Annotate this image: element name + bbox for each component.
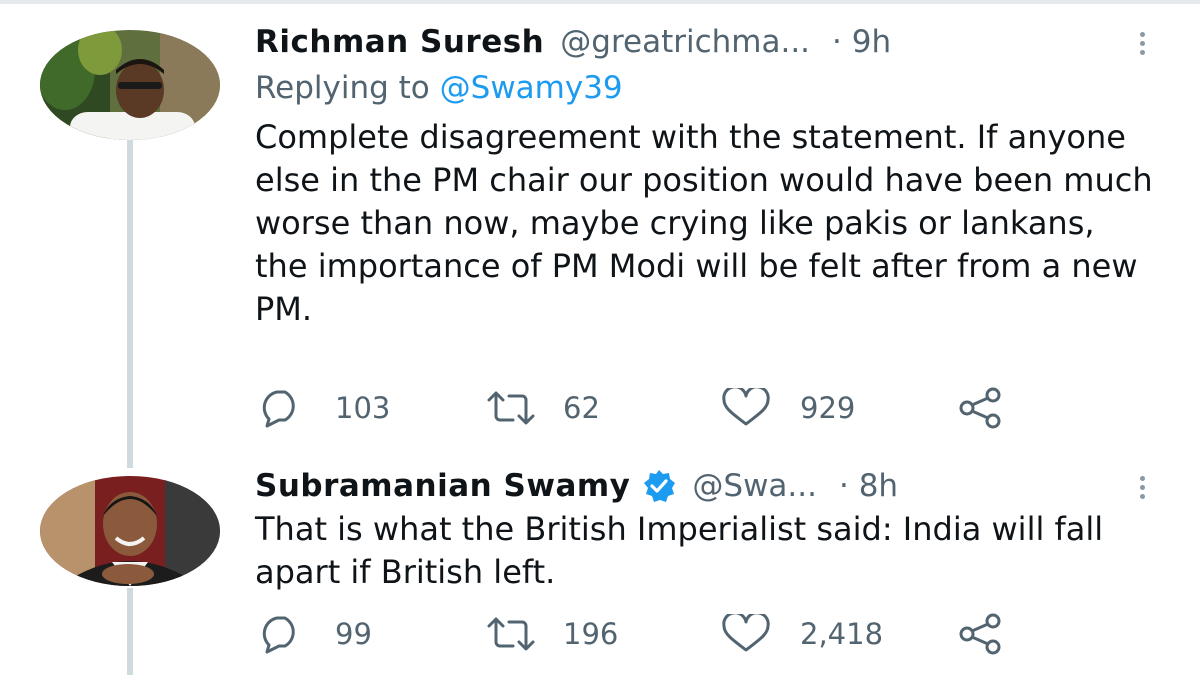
- retweet-count: 196: [563, 617, 619, 651]
- share-button[interactable]: [955, 612, 1007, 656]
- reply-count: 103: [335, 391, 391, 425]
- verified-badge-icon: [642, 469, 676, 503]
- tweet[interactable]: Subramanian Swamy @Swa... · 8h That is w…: [255, 466, 1155, 594]
- user-handle[interactable]: @Swa...: [692, 468, 817, 504]
- retweet-button[interactable]: 62: [485, 388, 720, 428]
- reply-button[interactable]: 103: [255, 388, 485, 428]
- share-icon: [959, 387, 1001, 429]
- thread-connector-line: [127, 588, 133, 675]
- tweet-actions: 99 196 2,418: [255, 612, 1007, 656]
- like-button[interactable]: 929: [720, 388, 955, 428]
- replying-to: Replying to @Swamy39: [255, 66, 1155, 110]
- reply-icon: [262, 390, 295, 428]
- avatar[interactable]: [40, 476, 220, 586]
- display-name[interactable]: Richman Suresh: [255, 24, 544, 60]
- like-button[interactable]: 2,418: [720, 614, 955, 654]
- like-count: 929: [800, 391, 856, 425]
- tweet-actions: 103 62 929: [255, 386, 1007, 430]
- replying-to-mention[interactable]: @Swamy39: [440, 70, 623, 106]
- replying-to-label: Replying to: [255, 70, 430, 106]
- reply-icon: [262, 616, 295, 654]
- retweet-count: 62: [563, 391, 600, 425]
- top-divider: [0, 0, 1200, 4]
- reply-count: 99: [335, 617, 372, 651]
- retweet-button[interactable]: 196: [485, 614, 720, 654]
- more-icon[interactable]: [1140, 28, 1145, 59]
- heart-icon: [722, 388, 770, 426]
- timestamp[interactable]: · 9h: [832, 24, 891, 60]
- avatar[interactable]: [40, 30, 220, 140]
- heart-icon: [722, 614, 770, 652]
- user-handle[interactable]: @greatrichma...: [560, 24, 810, 60]
- thread-connector-line: [127, 140, 133, 468]
- display-name[interactable]: Subramanian Swamy: [255, 468, 630, 504]
- retweet-icon: [487, 391, 535, 425]
- share-button[interactable]: [955, 386, 1007, 430]
- tweet-text: That is what the British Imperialist sai…: [255, 510, 1104, 591]
- tweet-text: Complete disagreement with the statement…: [255, 118, 1153, 328]
- tweet[interactable]: Richman Suresh @greatrichma... · 9h Repl…: [255, 22, 1155, 331]
- tweet-header: Subramanian Swamy @Swa... · 8h: [255, 466, 1155, 506]
- like-count: 2,418: [800, 617, 884, 651]
- retweet-icon: [487, 617, 535, 651]
- share-icon: [959, 613, 1001, 655]
- reply-button[interactable]: 99: [255, 614, 485, 654]
- tweet-header: Richman Suresh @greatrichma... · 9h: [255, 22, 1155, 62]
- more-icon[interactable]: [1140, 472, 1145, 503]
- timestamp[interactable]: · 8h: [839, 468, 898, 504]
